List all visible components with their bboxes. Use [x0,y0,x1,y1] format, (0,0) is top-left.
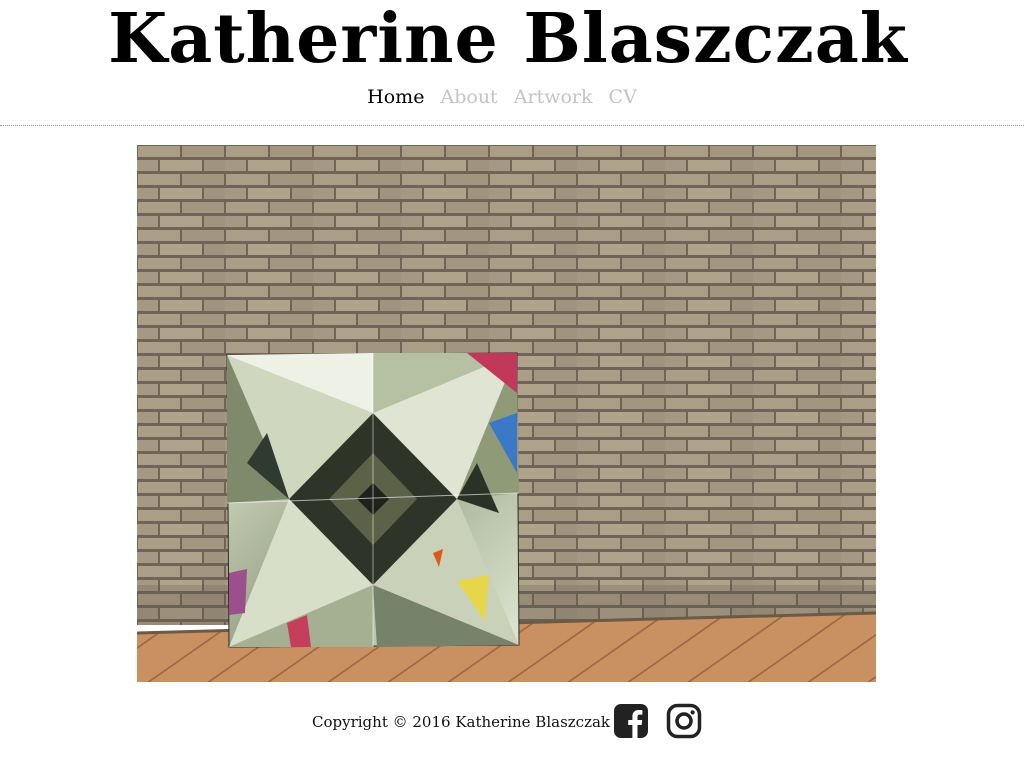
instagram-link[interactable] [666,703,702,739]
header-divider [0,125,1024,126]
nav-cv[interactable]: CV [609,86,637,108]
copyright-text: Copyright © 2016 Katherine Blaszczak [312,713,611,731]
site-footer: Copyright © 2016 Katherine Blaszczak [0,700,1024,744]
nav-home[interactable]: Home [367,86,424,108]
instagram-icon [666,703,702,739]
nav-artwork[interactable]: Artwork [514,86,593,108]
facebook-link[interactable] [613,703,649,739]
site-title: Katherine Blaszczak [108,0,908,79]
site-header: Katherine Blaszczak Home About Artwork C… [0,0,1024,126]
artwork-photo-illustration [137,145,876,682]
featured-artwork-photo [137,145,876,682]
nav-about[interactable]: About [441,86,498,108]
main-nav: Home About Artwork CV [0,84,1004,110]
facebook-icon [614,704,648,738]
